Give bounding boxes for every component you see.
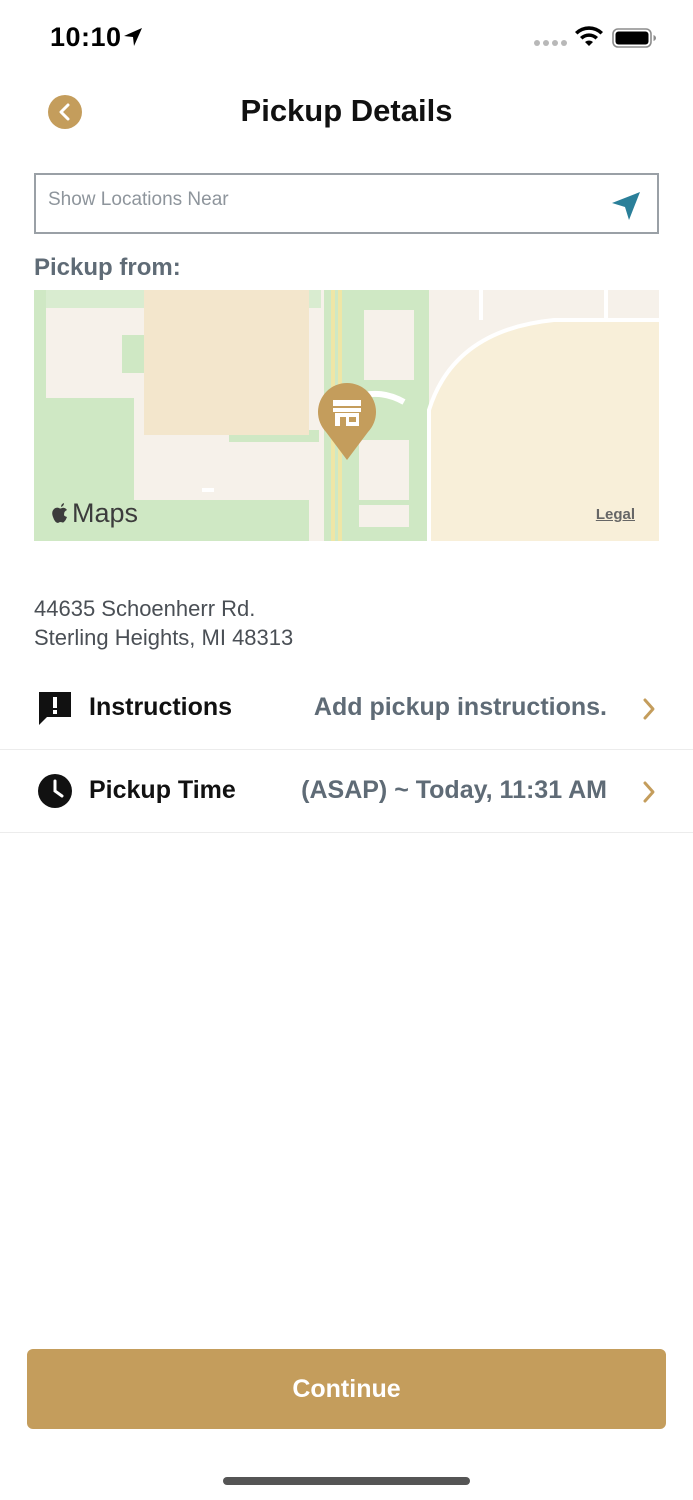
status-time: 10:10 — [50, 22, 122, 52]
instructions-row[interactable]: Instructions Add pickup instructions. — [0, 667, 693, 750]
cellular-signal-icon — [534, 40, 567, 46]
status-bar: 10:10 — [0, 0, 693, 80]
store-pin-icon[interactable] — [316, 382, 378, 462]
chevron-right-icon — [643, 698, 655, 720]
apple-logo-icon — [52, 502, 67, 523]
home-indicator[interactable] — [223, 1477, 470, 1485]
navigation-arrow-icon[interactable] — [609, 189, 643, 223]
pickup-from-label: Pickup from: — [34, 254, 181, 281]
pickup-time-value: (ASAP) ~ Today, 11:31 AM — [301, 776, 607, 804]
message-alert-icon — [39, 692, 71, 725]
chevron-right-icon — [643, 781, 655, 803]
clock-icon — [38, 774, 72, 808]
wifi-icon — [575, 26, 603, 46]
pickup-time-label: Pickup Time — [89, 776, 236, 804]
address-line-2: Sterling Heights, MI 48313 — [34, 625, 294, 650]
chevron-left-icon — [59, 103, 70, 121]
instructions-value: Add pickup instructions. — [313, 693, 607, 721]
address-line-1: 44635 Schoenherr Rd. — [34, 596, 256, 621]
page-title: Pickup Details — [240, 93, 453, 128]
location-arrow-icon — [124, 28, 142, 46]
search-box — [34, 173, 659, 234]
pickup-time-row[interactable]: Pickup Time (ASAP) ~ Today, 11:31 AM — [0, 750, 693, 833]
pickup-address: 44635 Schoenherr Rd. Sterling Heights, M… — [34, 594, 293, 652]
legal-link[interactable]: Legal — [596, 506, 635, 523]
maps-label: Maps — [72, 498, 139, 528]
continue-button[interactable]: Continue — [27, 1349, 666, 1429]
maps-attribution: Maps — [50, 498, 138, 529]
pickup-map[interactable]: Maps Legal — [34, 290, 659, 541]
battery-icon — [612, 28, 656, 48]
search-input[interactable] — [48, 185, 588, 215]
back-button[interactable] — [48, 95, 82, 129]
instructions-label: Instructions — [89, 693, 233, 721]
